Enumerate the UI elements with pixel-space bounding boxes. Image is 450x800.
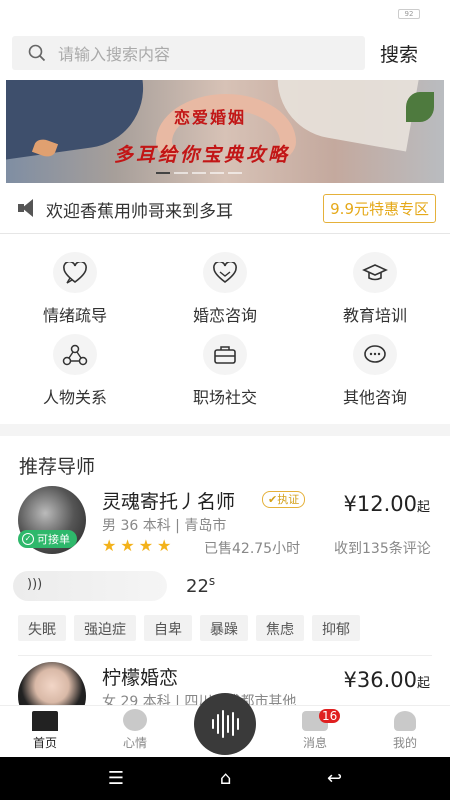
divider: [18, 655, 432, 656]
carousel-dot[interactable]: [192, 172, 206, 174]
tag[interactable]: 失眠: [18, 615, 66, 641]
waveform-icon: [231, 712, 234, 736]
tab-label: 首页: [32, 736, 57, 750]
price-value: ¥36.00: [343, 668, 417, 692]
home-nav-icon[interactable]: ⌂: [220, 768, 231, 789]
category-grid: 情绪疏导 婚恋咨询 教育培训 人物关系 职场社交 其他咨询: [0, 234, 450, 408]
search-button[interactable]: 搜索: [380, 40, 418, 67]
mentor-name: 柠檬婚恋: [102, 667, 179, 689]
back-icon[interactable]: ↩: [327, 768, 342, 789]
price-value: ¥12.00: [343, 492, 417, 516]
tab-mood[interactable]: 心情: [90, 706, 180, 757]
verified-badge: ✔执证: [262, 491, 306, 508]
mentor-info: 男 36 本科 | 青岛市: [102, 518, 227, 534]
carousel-indicator: [156, 172, 242, 174]
promo-banner[interactable]: 恋爱婚姻 多耳给你宝典攻略: [6, 80, 444, 183]
tab-label: 消息: [302, 736, 327, 750]
search-placeholder: 请输入搜索内容: [58, 45, 171, 64]
heart-chat-icon: [53, 252, 97, 293]
mentor-price: ¥12.00起: [344, 492, 431, 516]
banner-title: 恋爱婚姻: [174, 108, 247, 127]
waveform-icon: [211, 719, 214, 729]
waveform-icon: [226, 715, 229, 733]
category-other[interactable]: 其他咨询: [300, 334, 450, 408]
tab-label: 我的: [392, 736, 417, 750]
tag[interactable]: 焦虑: [256, 615, 304, 641]
sound-wave-icon: ))): [27, 577, 43, 592]
star-rating: ★★★★: [102, 536, 176, 555]
tag[interactable]: 抑郁: [312, 615, 360, 641]
search-input[interactable]: 请输入搜索内容: [12, 36, 365, 70]
duration-unit: s: [208, 574, 216, 588]
carousel-dot[interactable]: [210, 172, 224, 174]
tag[interactable]: 强迫症: [74, 615, 136, 641]
tab-messages[interactable]: 16 消息: [270, 706, 360, 757]
carousel-dot[interactable]: [174, 172, 188, 174]
category-label: 人物关系: [42, 388, 107, 407]
notice-marquee: 欢迎香蕉用帅哥来到多耳: [46, 202, 233, 219]
waveform-icon: [236, 718, 239, 730]
speaker-icon: [18, 199, 40, 217]
search-icon: [28, 44, 46, 62]
system-nav-bar: ☰ ⌂ ↩: [0, 757, 450, 800]
available-badge: ✓ 可接单: [18, 530, 77, 548]
leaf-decoration: [406, 92, 434, 122]
category-label: 其他咨询: [342, 388, 407, 407]
tag-list: 失眠 强迫症 自卑 暴躁 焦虑 抑郁: [0, 607, 450, 655]
promo-zone-button[interactable]: 9.9元特惠专区: [323, 193, 436, 223]
waveform-icon: [216, 714, 219, 734]
unread-badge: 16: [319, 709, 341, 723]
profile-icon: [394, 711, 416, 731]
section-gap: [0, 424, 450, 436]
banner-subtitle: 多耳给你宝典攻略: [114, 144, 291, 166]
tab-home[interactable]: 首页: [0, 706, 90, 757]
carousel-dot[interactable]: [228, 172, 242, 174]
graduation-cap-icon: [353, 252, 397, 293]
chat-bubble-icon: [353, 334, 397, 375]
search-row: 请输入搜索内容 搜索: [0, 31, 450, 75]
people-network-icon: [53, 334, 97, 375]
tag[interactable]: 暴躁: [200, 615, 248, 641]
category-workplace[interactable]: 职场社交: [150, 334, 300, 408]
duration-value: 22: [186, 576, 209, 597]
notice-row: 欢迎香蕉用帅哥来到多耳 9.9元特惠专区: [0, 183, 450, 233]
category-label: 情绪疏导: [42, 306, 107, 325]
category-label: 婚恋咨询: [192, 306, 257, 325]
mentor-card[interactable]: ✓ 可接单 灵魂寄托丿名师 ✔执证 ¥12.00起 男 36 本科 | 青岛市 …: [0, 486, 450, 571]
category-label: 职场社交: [192, 388, 257, 407]
mentor-name: 灵魂寄托丿名师: [102, 491, 236, 513]
status-bar: 92: [0, 0, 450, 30]
section-title: 推荐导师: [19, 456, 96, 478]
tag[interactable]: 自卑: [144, 615, 192, 641]
category-relationships[interactable]: 人物关系: [0, 334, 150, 408]
check-icon: ✓: [22, 533, 34, 545]
voice-call-button[interactable]: [194, 693, 256, 755]
price-unit: 起: [416, 500, 430, 515]
home-icon: [32, 711, 58, 731]
voice-play-button[interactable]: ))): [13, 571, 167, 601]
available-label: 可接单: [37, 533, 70, 546]
heart-rings-icon: [203, 252, 247, 293]
category-emotion[interactable]: 情绪疏导: [0, 252, 150, 326]
mood-icon: [123, 709, 147, 731]
review-count: 收到135条评论: [334, 541, 431, 557]
waveform-icon: [221, 710, 224, 738]
price-unit: 起: [416, 676, 430, 691]
battery-icon: 92: [398, 9, 420, 19]
carousel-dot[interactable]: [156, 172, 170, 174]
category-label: 教育培训: [342, 306, 407, 325]
menu-icon[interactable]: ☰: [108, 768, 124, 789]
tab-profile[interactable]: 我的: [360, 706, 450, 757]
voice-duration: 22s: [186, 574, 215, 597]
mentor-price: ¥36.00起: [344, 668, 431, 692]
category-marriage[interactable]: 婚恋咨询: [150, 252, 300, 326]
tab-label: 心情: [122, 736, 147, 750]
sold-hours: 已售42.75小时: [204, 541, 301, 557]
briefcase-icon: [203, 334, 247, 375]
category-education[interactable]: 教育培训: [300, 252, 450, 326]
voice-intro: ))) 22s: [0, 571, 450, 607]
